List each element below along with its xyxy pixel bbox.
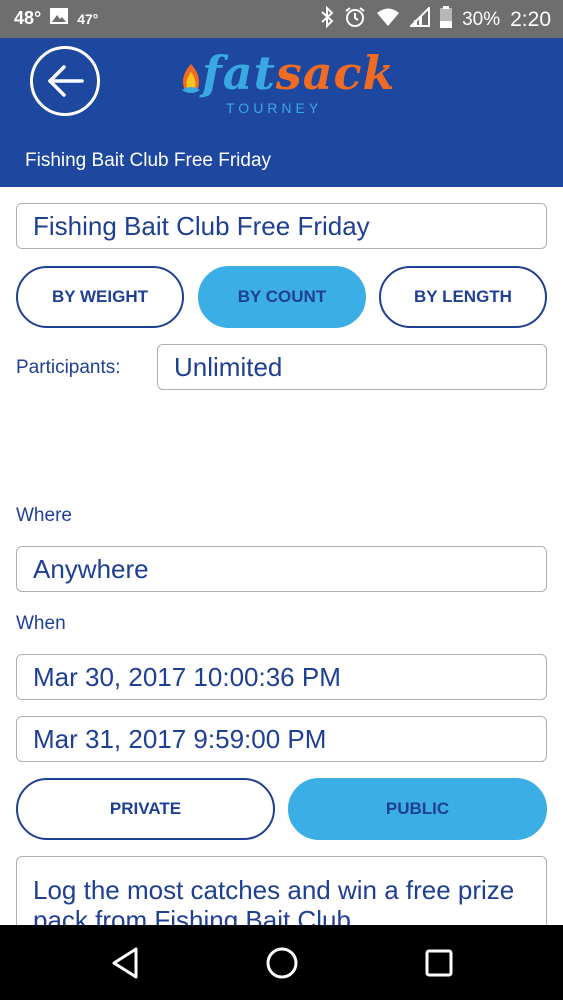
temperature-text: 48° (14, 8, 42, 28)
back-button[interactable] (30, 46, 100, 116)
fatsack-logo: fatsack TOURNEY (178, 46, 394, 120)
navigation-bar (0, 925, 563, 1000)
logo-word-sack: sack (275, 46, 396, 100)
fish-logo-icon (182, 64, 200, 93)
where-label: Where (16, 505, 72, 526)
participants-field[interactable]: Unlimited (157, 344, 547, 390)
logo-subtitle: TOURNEY (226, 100, 323, 116)
tournament-name-value: Fishing Bait Club Free Friday (33, 210, 370, 241)
battery-icon (440, 6, 453, 34)
start-date-field[interactable]: Mar 30, 2017 10:00:36 PM (16, 654, 547, 700)
wifi-icon (376, 7, 400, 33)
image-icon (49, 7, 69, 30)
start-date-value: Mar 30, 2017 10:00:36 PM (33, 661, 341, 692)
participants-label: Participants: (16, 357, 121, 378)
home-circle-icon[interactable] (264, 945, 300, 981)
bluetooth-icon (320, 5, 334, 34)
private-button[interactable]: PRIVATE (16, 778, 275, 840)
app-header: fatsack TOURNEY Fishing Bait Club Free F… (0, 38, 563, 187)
by-weight-button[interactable]: BY WEIGHT (16, 266, 184, 328)
public-button[interactable]: PUBLIC (288, 778, 547, 840)
signal-icon (408, 5, 431, 33)
temperature-secondary-text: 47° (77, 10, 99, 27)
where-value: Anywhere (33, 553, 149, 584)
participants-value: Unlimited (174, 351, 283, 382)
arrow-left-icon (48, 65, 84, 97)
status-bar: 48° 47° 30% 2:20 (0, 0, 563, 38)
logo-word-fat: fat (202, 46, 276, 100)
by-length-button[interactable]: BY LENGTH (379, 266, 547, 328)
where-field[interactable]: Anywhere (16, 546, 547, 592)
recents-square-icon[interactable] (423, 945, 455, 981)
clock-text: 2:20 (510, 8, 551, 31)
battery-percent-text: 30% (462, 9, 501, 30)
tournament-name-field[interactable]: Fishing Bait Club Free Friday (16, 203, 547, 249)
end-date-field[interactable]: Mar 31, 2017 9:59:00 PM (16, 716, 547, 762)
end-date-value: Mar 31, 2017 9:59:00 PM (33, 723, 327, 754)
back-triangle-icon[interactable] (110, 945, 142, 981)
by-count-button[interactable]: BY COUNT (198, 266, 366, 328)
when-label: When (16, 613, 66, 634)
alarm-icon (344, 6, 366, 34)
page-title: Fishing Bait Club Free Friday (25, 150, 272, 171)
